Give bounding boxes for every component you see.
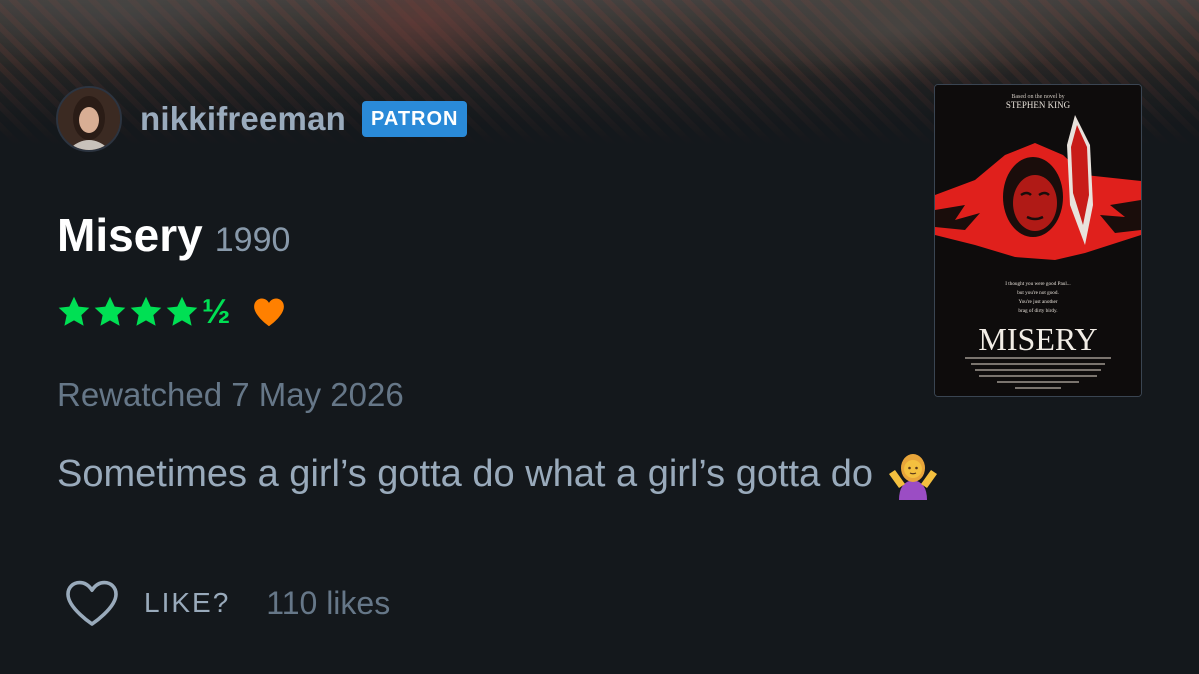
patron-badge: PATRON — [362, 101, 468, 137]
review-author: nikkifreeman PATRON — [56, 84, 468, 154]
film-title[interactable]: Misery — [57, 208, 203, 262]
review-page: nikkifreeman PATRON Misery 1990 ½ Rewatc… — [0, 0, 1199, 674]
poster-tagline-line: You're just another — [1018, 299, 1057, 305]
poster-tagline-line: brag of dirty birdy. — [1018, 307, 1057, 314]
watched-date[interactable]: Rewatched 7 May 2026 — [57, 376, 404, 414]
liked-heart-icon — [254, 298, 285, 327]
poster-title: MISERY — [978, 321, 1097, 357]
half-star-glyph: ½ — [202, 292, 231, 331]
username[interactable]: nikkifreeman — [140, 100, 346, 138]
likes-count[interactable]: 110 likes — [266, 585, 390, 622]
heart-outline-icon[interactable] — [64, 579, 120, 627]
review-actions: LIKE? 110 likes — [64, 578, 390, 628]
film-poster[interactable]: Based on the novel by STEPHEN KING I tho… — [934, 84, 1142, 397]
star-icon — [130, 296, 162, 326]
person-shrugging-emoji — [889, 454, 938, 500]
film-year[interactable]: 1990 — [215, 221, 291, 260]
film-heading: Misery 1990 — [57, 208, 290, 262]
star-icon — [166, 296, 198, 326]
review-body: Sometimes a girl’s gotta do what a girl’… — [57, 448, 941, 500]
star-icon — [94, 296, 126, 326]
star-rating: ½ — [56, 293, 230, 332]
rating-row: ½ — [56, 292, 286, 332]
avatar[interactable] — [56, 86, 122, 152]
like-button[interactable]: LIKE? — [144, 587, 230, 619]
poster-author: STEPHEN KING — [1006, 100, 1071, 110]
review-text: Sometimes a girl’s gotta do what a girl’… — [57, 452, 874, 495]
poster-tagline-line: but you're not good. — [1017, 290, 1059, 296]
poster-tagline-line: I thought you were good Paul... — [1005, 281, 1070, 287]
star-icon — [58, 296, 90, 326]
